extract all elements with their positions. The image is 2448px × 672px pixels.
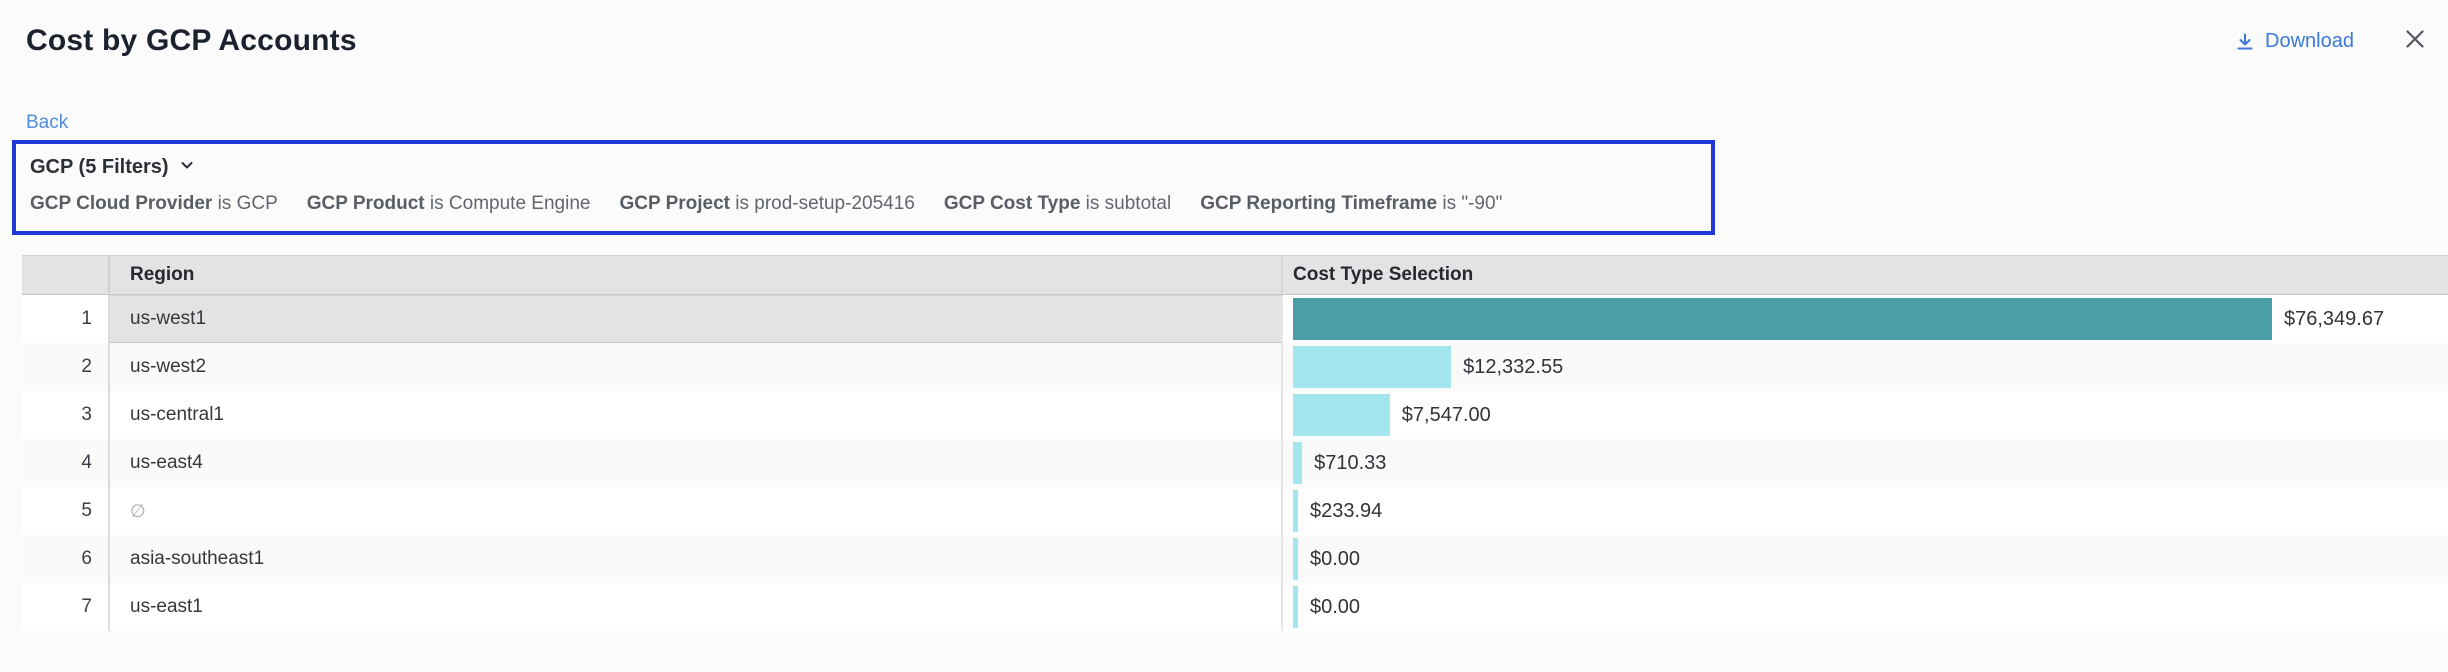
download-button[interactable]: Download [2234, 30, 2354, 53]
filter-condition: is GCP [212, 193, 277, 214]
table-row[interactable]: 5 ∅ $233.94 [22, 487, 2448, 535]
cost-report-panel: Cost by GCP Accounts Download [0, 0, 2448, 631]
filter-list: GCP Cloud Provider is GCP GCP Product is … [30, 193, 1695, 215]
table-header-row: Region Cost Type Selection [22, 255, 2448, 295]
region-cell[interactable]: us-east1 [110, 583, 1283, 631]
region-name: us-west2 [130, 356, 206, 378]
region-name: us-central1 [130, 404, 224, 426]
row-number: 2 [22, 343, 110, 391]
table-body: 1us-west1$76,349.672us-west2$12,332.553u… [22, 295, 2448, 631]
row-number: 5 [22, 487, 110, 535]
cost-bar-cell: $7,547.00 [1283, 391, 2448, 439]
table-row[interactable]: 3 us-central1 $7,547.00 [22, 391, 2448, 439]
cost-value-label: $0.00 [1310, 596, 1360, 619]
region-cell[interactable]: asia-southeast1 [110, 535, 1283, 583]
close-button[interactable] [2402, 26, 2428, 57]
region-cell[interactable]: us-central1 [110, 391, 1283, 439]
filter-chip: GCP Cloud Provider is GCP [30, 193, 278, 215]
region-cell[interactable]: us-west1 [110, 295, 1283, 343]
cost-bar[interactable] [1293, 442, 1302, 484]
filter-name: GCP Reporting Timeframe [1200, 193, 1437, 214]
row-number: 3 [22, 391, 110, 439]
table-row[interactable]: 1 us-west1 $76,349.67 [22, 295, 2448, 343]
cost-value-label: $76,349.67 [2284, 308, 2384, 331]
filter-summary-toggle[interactable]: GCP (5 Filters) [30, 156, 195, 179]
cost-type-selection-column-header[interactable]: Cost Type Selection [1283, 256, 2448, 294]
cost-value-label: $7,547.00 [1402, 404, 1491, 427]
cost-value-label: $233.94 [1310, 500, 1382, 523]
download-label: Download [2265, 30, 2354, 53]
cost-bar-cell: $0.00 [1283, 583, 2448, 631]
download-icon [2234, 31, 2256, 53]
cost-bar-cell: $12,332.55 [1283, 343, 2448, 391]
filter-condition: is subtotal [1080, 193, 1171, 214]
cost-bar-cell: $76,349.67 [1283, 295, 2448, 343]
filter-chip: GCP Project is prod-setup-205416 [619, 193, 914, 215]
cost-bar[interactable] [1293, 490, 1298, 532]
filter-chip: GCP Reporting Timeframe is "-90" [1200, 193, 1502, 215]
cost-value-label: $0.00 [1310, 548, 1360, 571]
row-number: 1 [22, 295, 110, 343]
filter-name: GCP Cloud Provider [30, 193, 212, 214]
filter-name: GCP Project [619, 193, 730, 214]
row-number-column-header [22, 256, 110, 294]
cost-value-label: $12,332.55 [1463, 356, 1563, 379]
cost-bar[interactable] [1293, 586, 1298, 628]
cost-bar[interactable] [1293, 298, 2272, 340]
filter-condition: is Compute Engine [425, 193, 591, 214]
filter-name: GCP Product [307, 193, 425, 214]
row-number: 7 [22, 583, 110, 631]
region-name: us-west1 [130, 308, 206, 330]
region-name: asia-southeast1 [130, 548, 264, 570]
cost-bar-cell: $0.00 [1283, 535, 2448, 583]
empty-set-symbol: ∅ [130, 501, 146, 522]
region-cell[interactable]: ∅ [110, 487, 1283, 535]
cost-bar[interactable] [1293, 538, 1298, 580]
table-row[interactable]: 7 us-east1 $0.00 [22, 583, 2448, 631]
region-name: us-east1 [130, 596, 203, 618]
cost-bar[interactable] [1293, 346, 1451, 388]
filter-group-box: GCP (5 Filters) GCP Cloud Provider is GC… [12, 140, 1715, 235]
filter-chip: GCP Product is Compute Engine [307, 193, 591, 215]
filter-condition: is prod-setup-205416 [730, 193, 915, 214]
filter-name: GCP Cost Type [944, 193, 1081, 214]
page-title: Cost by GCP Accounts [26, 24, 357, 58]
close-icon [2402, 26, 2428, 57]
chevron-down-icon [179, 156, 195, 179]
table-row[interactable]: 4 us-east4 $710.33 [22, 439, 2448, 487]
region-cell[interactable]: us-west2 [110, 343, 1283, 391]
region-name: us-east4 [130, 452, 203, 474]
cost-value-label: $710.33 [1314, 452, 1386, 475]
back-link[interactable]: Back [26, 112, 68, 134]
header-actions: Download [2234, 26, 2428, 57]
region-cell[interactable]: us-east4 [110, 439, 1283, 487]
filter-chip: GCP Cost Type is subtotal [944, 193, 1171, 215]
cost-table: Region Cost Type Selection 1 us-west1 $76,… [22, 255, 2448, 631]
region-column-header[interactable]: Region [110, 256, 1283, 294]
table-row[interactable]: 2 us-west2 $12,332.55 [22, 343, 2448, 391]
table-row[interactable]: 6 asia-southeast1 $0.00 [22, 535, 2448, 583]
row-number: 4 [22, 439, 110, 487]
panel-header: Cost by GCP Accounts Download [0, 0, 2448, 58]
row-number: 6 [22, 535, 110, 583]
cost-bar-cell: $710.33 [1283, 439, 2448, 487]
cost-bar-cell: $233.94 [1283, 487, 2448, 535]
filter-summary-label: GCP (5 Filters) [30, 156, 169, 179]
cost-bar[interactable] [1293, 394, 1390, 436]
filter-condition: is "-90" [1437, 193, 1502, 214]
